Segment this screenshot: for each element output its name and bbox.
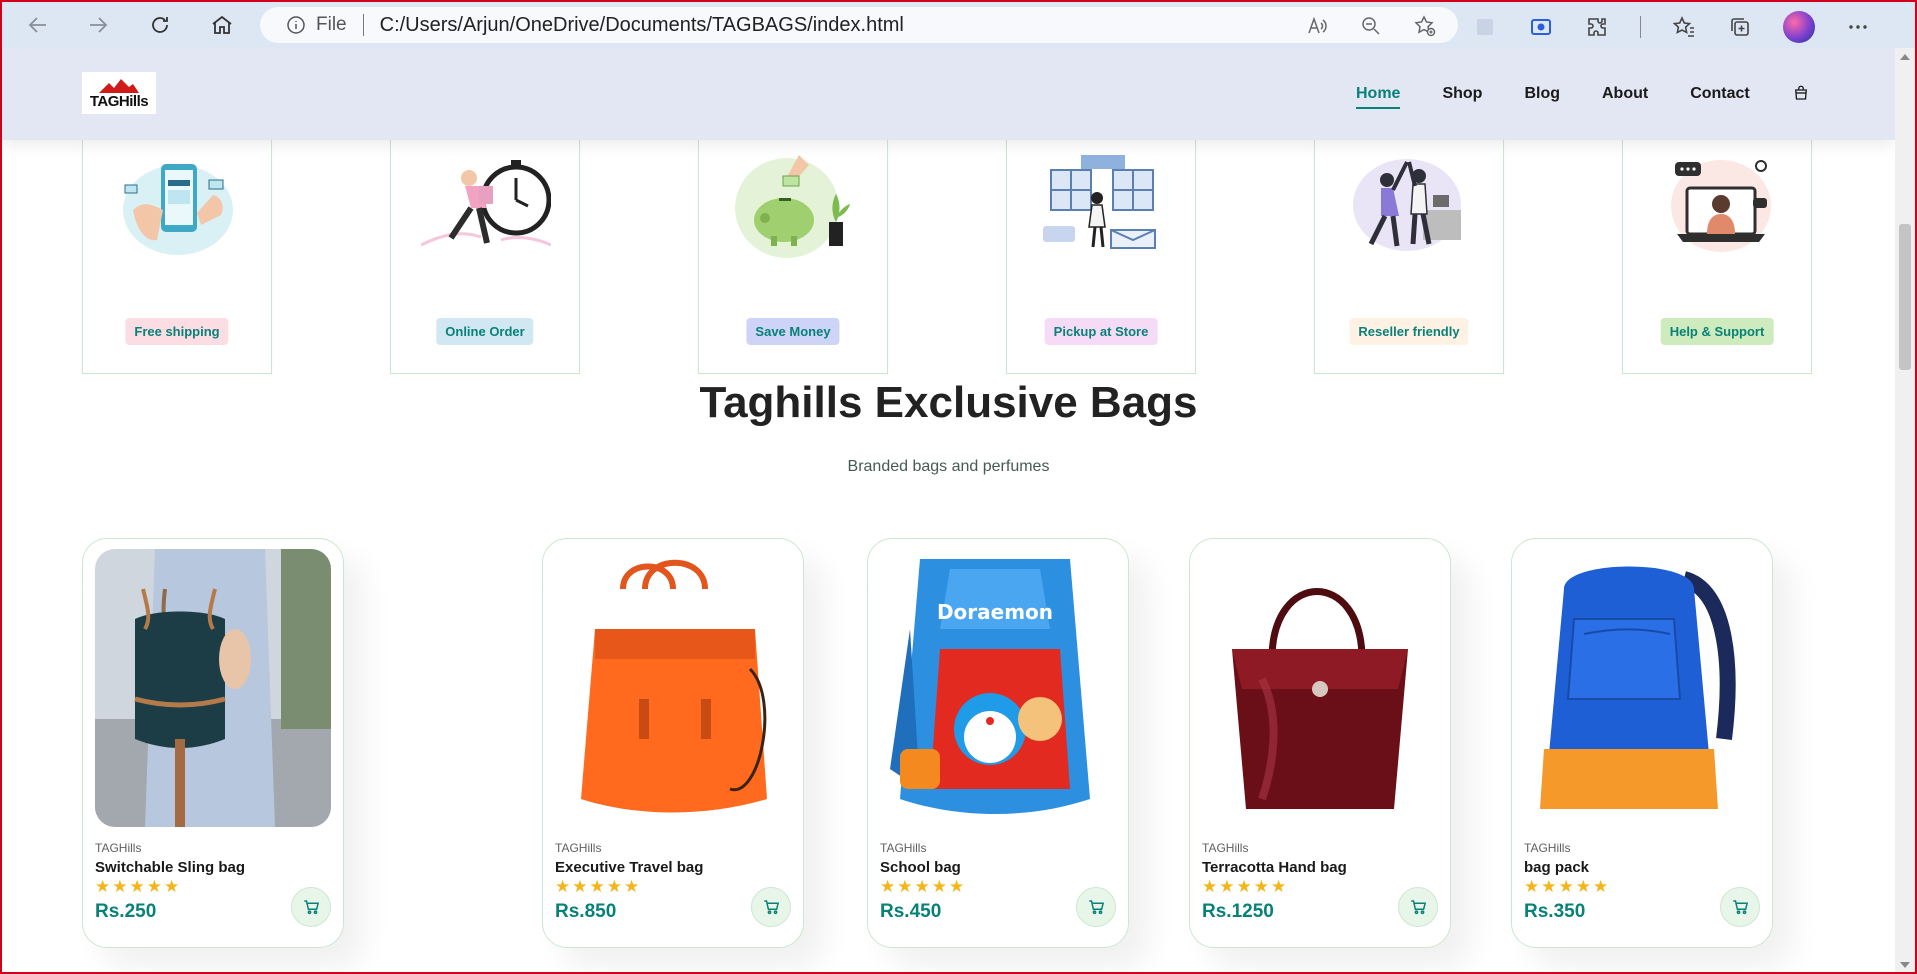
feature-label: Online Order	[436, 318, 534, 345]
browser-window: File C:/Users/Arjun/OneDrive/Documents/T…	[0, 0, 1917, 974]
address-separator	[362, 14, 364, 36]
rating-stars: ★★★★★	[1202, 877, 1289, 897]
add-to-cart-button[interactable]	[291, 887, 331, 927]
feature-card-help-support: Help & Support	[1622, 140, 1812, 374]
product-card-bag-pack[interactable]: TAGHills bag pack ★★★★★ Rs.350	[1511, 538, 1773, 948]
product-name[interactable]: School bag	[880, 859, 961, 876]
cart-icon	[1733, 900, 1749, 915]
product-image-school-bag[interactable]: Doraemon	[880, 549, 1116, 827]
product-price: Rs.1250	[1202, 901, 1274, 922]
browser-toolbar: File C:/Users/Arjun/OneDrive/Documents/T…	[2, 2, 1915, 48]
add-to-cart-button[interactable]	[1398, 887, 1438, 927]
section-title: Taghills Exclusive Bags	[699, 378, 1198, 427]
feature-card-online-order: Online Order	[390, 140, 580, 374]
feature-card-free-shipping: Free shipping	[82, 140, 272, 374]
info-icon[interactable]	[286, 15, 306, 35]
product-brand: TAGHills	[1524, 841, 1571, 855]
refresh-icon[interactable]	[146, 11, 174, 39]
scroll-up-arrow-icon[interactable]	[1900, 54, 1910, 60]
svg-text:Doraemon: Doraemon	[937, 600, 1053, 624]
feature-card-pickup-store: Pickup at Store	[1006, 140, 1196, 374]
rating-stars: ★★★★★	[1524, 877, 1611, 897]
cart-icon	[1411, 900, 1427, 915]
cart-icon	[764, 900, 780, 915]
product-card-terracotta-hand-bag[interactable]: TAGHills Terracotta Hand bag ★★★★★ Rs.12…	[1189, 538, 1451, 948]
product-name[interactable]: bag pack	[1524, 859, 1589, 876]
more-menu-icon[interactable]	[1845, 14, 1871, 40]
product-brand: TAGHills	[1202, 841, 1249, 855]
add-favorite-icon[interactable]	[1412, 13, 1438, 39]
zoom-out-icon[interactable]	[1358, 13, 1384, 39]
product-image-travel-bag[interactable]	[555, 549, 791, 827]
read-aloud-icon[interactable]	[1304, 13, 1330, 39]
cart-icon	[304, 900, 320, 915]
nav-contact[interactable]: Contact	[1690, 85, 1750, 103]
rating-stars: ★★★★★	[555, 877, 642, 897]
extension-faded-icon[interactable]	[1472, 14, 1498, 40]
mountain-logo-icon	[99, 79, 139, 93]
feature-label: Free shipping	[125, 318, 229, 345]
nav-about[interactable]: About	[1602, 85, 1648, 103]
nav-shop[interactable]: Shop	[1442, 85, 1482, 103]
page-scrollbar[interactable]	[1895, 48, 1915, 972]
product-price: Rs.850	[555, 901, 617, 922]
delivery-clock-illustration	[421, 160, 551, 247]
feature-label: Pickup at Store	[1044, 318, 1158, 345]
rating-stars: ★★★★★	[880, 877, 967, 897]
high-five-illustration	[1353, 159, 1461, 251]
add-to-cart-button[interactable]	[1720, 887, 1760, 927]
phone-shopping-illustration	[123, 164, 233, 255]
scroll-down-arrow-icon[interactable]	[1900, 962, 1910, 968]
scroll-thumb[interactable]	[1899, 224, 1911, 370]
url-text[interactable]: C:/Users/Arjun/OneDrive/Documents/TAGBAG…	[380, 14, 904, 37]
feature-label: Help & Support	[1660, 318, 1774, 345]
nav-home[interactable]: Home	[1356, 85, 1401, 109]
rating-stars: ★★★★★	[95, 877, 182, 897]
site-header: TAGHills Home Shop Blog About Contact	[2, 48, 1895, 140]
product-name[interactable]: Executive Travel bag	[555, 859, 703, 876]
profile-avatar[interactable]	[1783, 11, 1815, 43]
product-price: Rs.250	[95, 901, 157, 922]
nav-blog[interactable]: Blog	[1524, 85, 1560, 103]
store-pickup-illustration	[1043, 155, 1156, 249]
toolbar-divider	[1640, 16, 1641, 38]
page-viewport: Free shipping Online Order Save Money Pi…	[2, 48, 1895, 972]
product-card-school-bag[interactable]: Doraemon TAGHills School bag ★★★★★ Rs.45…	[867, 538, 1129, 948]
feature-card-save-money: Save Money	[698, 140, 888, 374]
add-to-cart-button[interactable]	[751, 887, 791, 927]
feature-card-reseller-friendly: Reseller friendly	[1314, 140, 1504, 374]
product-brand: TAGHills	[555, 841, 602, 855]
product-card-executive-travel-bag[interactable]: TAGHills Executive Travel bag ★★★★★ Rs.8…	[542, 538, 804, 948]
address-bar[interactable]: File C:/Users/Arjun/OneDrive/Documents/T…	[260, 7, 1458, 43]
support-laptop-illustration	[1671, 160, 1771, 252]
feature-label: Reseller friendly	[1349, 318, 1469, 345]
forward-icon[interactable]	[84, 11, 112, 39]
section-subtitle: Branded bags and perfumes	[847, 458, 1050, 475]
shopping-bag-icon[interactable]	[1792, 84, 1812, 104]
home-icon[interactable]	[208, 11, 236, 39]
file-label: File	[316, 14, 347, 35]
product-image-bag-pack[interactable]	[1524, 549, 1760, 827]
product-brand: TAGHills	[880, 841, 927, 855]
back-icon[interactable]	[24, 11, 52, 39]
piggy-bank-illustration	[735, 155, 850, 258]
product-image-hand-bag[interactable]	[1202, 549, 1438, 827]
product-image-sling-bag[interactable]	[95, 549, 331, 827]
extensions-icon[interactable]	[1584, 14, 1610, 40]
product-card-switchable-sling-bag[interactable]: TAGHills Switchable Sling bag ★★★★★ Rs.2…	[82, 538, 344, 948]
product-name[interactable]: Switchable Sling bag	[95, 859, 245, 876]
product-price: Rs.450	[880, 901, 942, 922]
collections-icon[interactable]	[1727, 14, 1753, 40]
site-nav: Home Shop Blog About Contact	[1356, 84, 1812, 109]
site-logo[interactable]: TAGHills	[82, 72, 156, 114]
logo-text: TAGHills	[89, 93, 149, 110]
screen-capture-icon[interactable]	[1528, 14, 1554, 40]
cart-icon	[1089, 900, 1105, 915]
favorites-icon[interactable]	[1671, 14, 1697, 40]
product-price: Rs.350	[1524, 901, 1586, 922]
feature-label: Save Money	[746, 318, 840, 345]
product-brand: TAGHills	[95, 841, 142, 855]
add-to-cart-button[interactable]	[1076, 887, 1116, 927]
product-name[interactable]: Terracotta Hand bag	[1202, 859, 1347, 876]
